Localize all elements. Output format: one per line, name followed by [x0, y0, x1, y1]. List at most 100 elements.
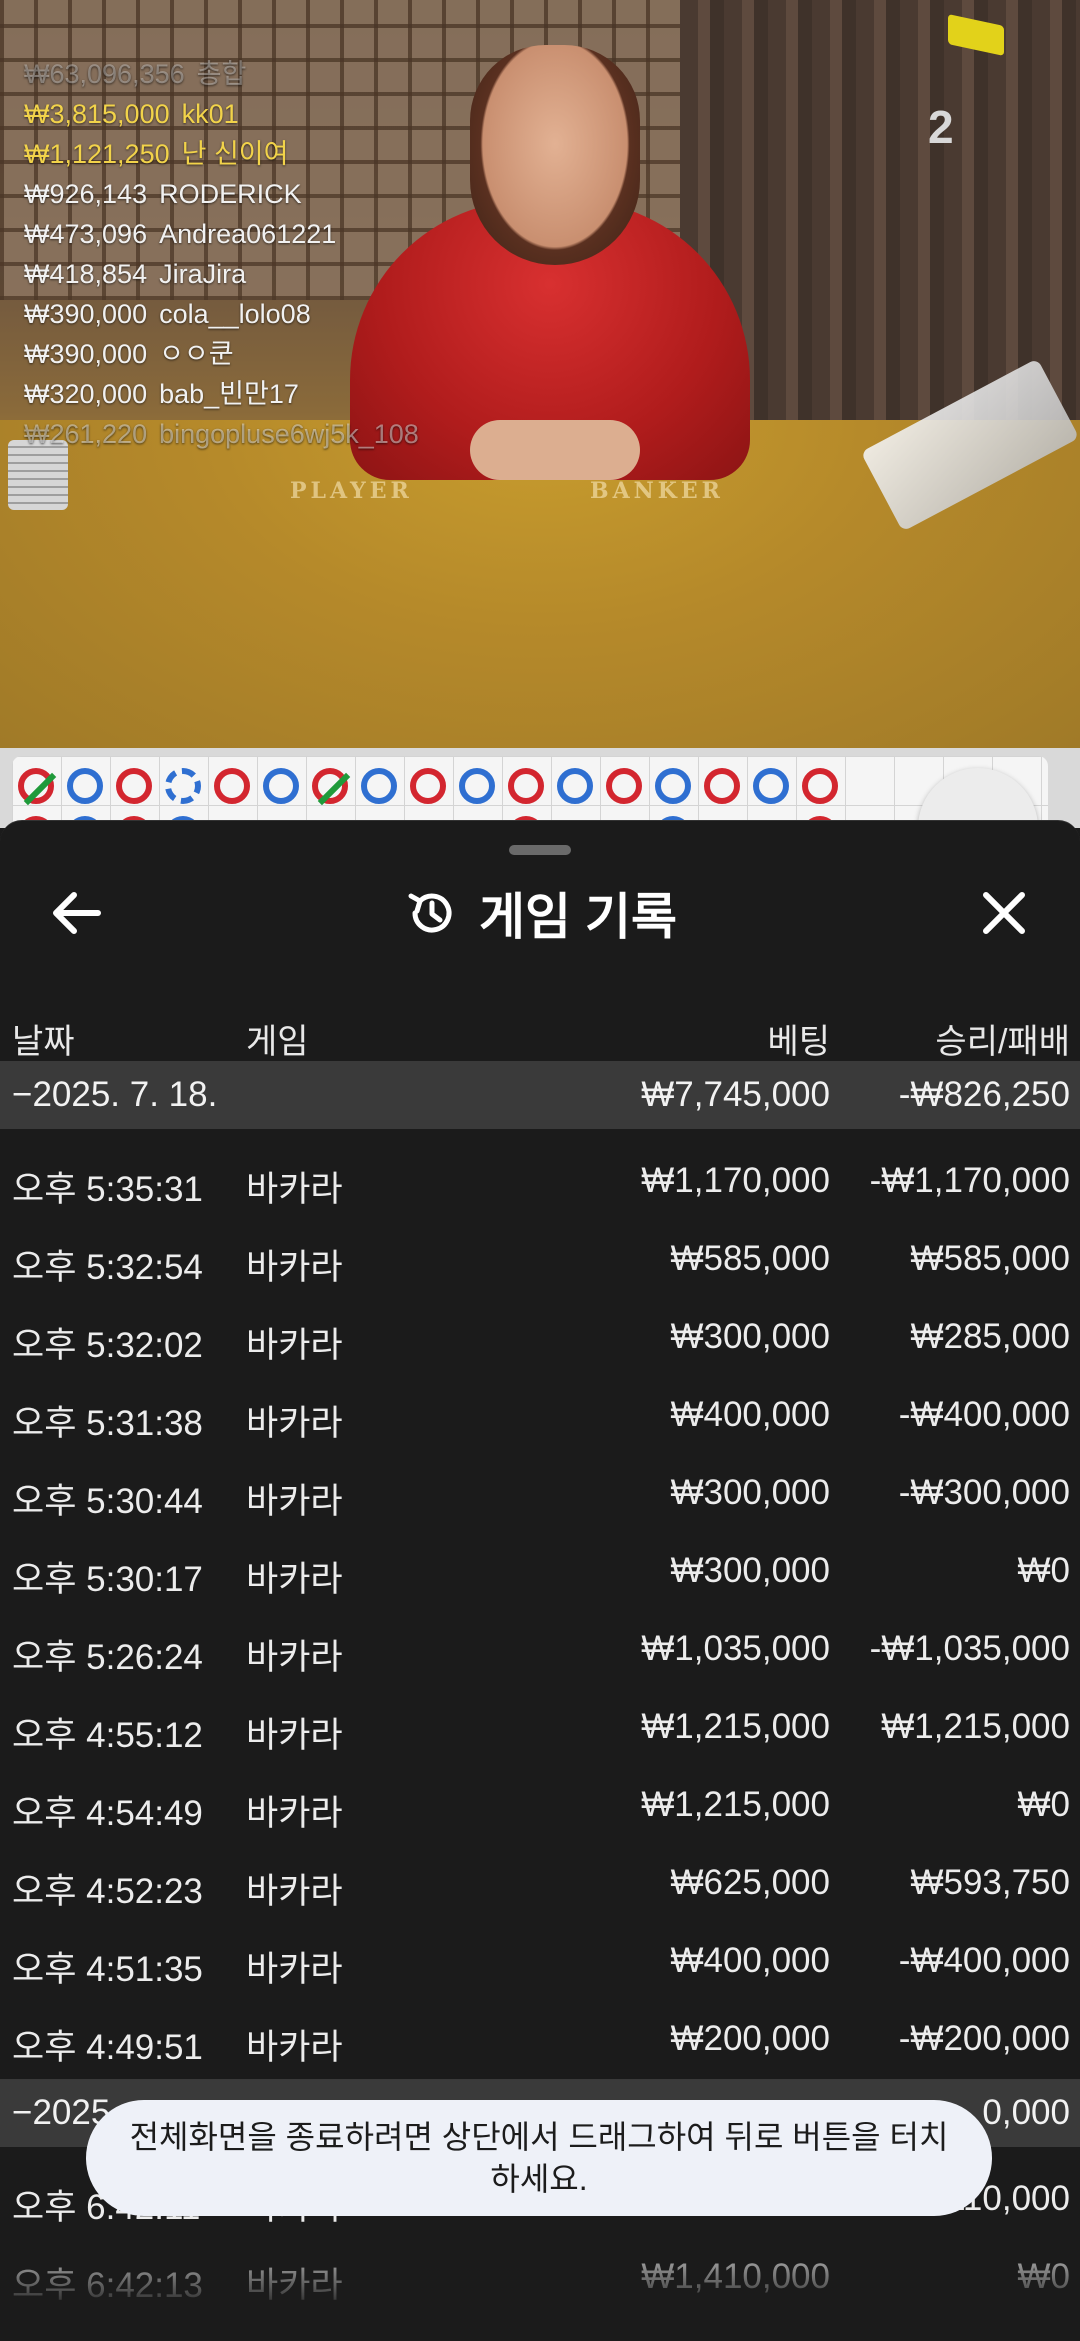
history-record-row[interactable]: 오후 4:49:51 바카라 ₩200,000 -₩200,000 [0, 2001, 1080, 2079]
history-icon [408, 893, 452, 933]
column-date: 날짜 [12, 1023, 75, 1061]
column-game: 게임 [246, 1023, 309, 1061]
record-result: -₩200,000 [898, 2019, 1070, 2058]
road-bead-red [18, 768, 54, 804]
record-time: 오후 4:55:12 [12, 1716, 203, 1755]
history-record-row[interactable]: 오후 5:30:17 바카라 ₩300,000 ₩0 [0, 1533, 1080, 1611]
road-bead-blue [557, 768, 593, 804]
history-record-row[interactable]: 오후 5:32:54 바카라 ₩585,000 ₩585,000 [0, 1221, 1080, 1299]
bead-road-panel [0, 748, 1080, 836]
record-result: -₩400,000 [898, 1395, 1070, 1434]
winners-list: ₩63,096,356 총합 ₩3,815,000 kk01 ₩1,121,250 난 신… [24, 54, 419, 454]
record-result: ₩1,215,000 [881, 1707, 1070, 1746]
winner-row: ₩473,096 Andrea061221 [24, 214, 419, 254]
player-label: PLAYER [290, 478, 413, 504]
history-record-row[interactable]: 오후 4:54:49 바카라 ₩1,215,000 ₩0 [0, 1767, 1080, 1845]
record-time: 오후 5:32:54 [12, 1248, 203, 1287]
record-time: 오후 5:30:17 [12, 1560, 203, 1599]
winner-name: Andrea061221 [159, 219, 337, 249]
record-time: 오후 5:35:31 [12, 1170, 203, 1209]
record-time: 오후 4:51:35 [12, 1950, 203, 1989]
record-game: 바카라 [246, 1482, 343, 1521]
list-fade [0, 2230, 1080, 2340]
record-bet: ₩1,215,000 [641, 1707, 830, 1746]
record-bet: ₩1,215,000 [641, 1785, 830, 1824]
winner-name: 총합 [196, 59, 247, 89]
winner-name: JiraJira [159, 259, 247, 289]
road-bead-blue [263, 768, 299, 804]
column-result: 승리/패배 [935, 1023, 1070, 1061]
record-bet: ₩1,035,000 [641, 1629, 830, 1668]
history-record-row[interactable]: 오후 5:32:02 바카라 ₩300,000 ₩285,000 [0, 1299, 1080, 1377]
record-result: -₩300,000 [898, 1473, 1070, 1512]
record-bet: ₩300,000 [670, 1551, 830, 1590]
close-icon[interactable] [968, 877, 1040, 949]
road-bead-red [802, 768, 838, 804]
history-record-row[interactable]: 오후 5:35:31 바카라 ₩1,170,000 -₩1,170,000 [0, 1143, 1080, 1221]
record-time: 오후 4:49:51 [12, 2028, 203, 2067]
record-game: 바카라 [246, 1794, 343, 1833]
history-record-row[interactable]: 오후 4:51:35 바카라 ₩400,000 -₩400,000 [0, 1923, 1080, 2001]
record-game: 바카라 [246, 2028, 343, 2067]
history-record-row[interactable]: 오후 5:31:38 바카라 ₩400,000 -₩400,000 [0, 1377, 1080, 1455]
winner-amount: ₩473,096 [24, 219, 148, 249]
record-result: -₩400,000 [898, 1941, 1070, 1980]
winner-row: ₩261,220 bingopluse6wj5k_108 [24, 414, 419, 454]
road-bead-red [214, 768, 250, 804]
record-result: -₩1,035,000 [869, 1629, 1070, 1668]
record-bet: ₩400,000 [670, 1395, 830, 1434]
road-bead-blue [165, 768, 201, 804]
record-time: 오후 5:30:44 [12, 1482, 203, 1521]
record-time: 오후 5:32:02 [12, 1326, 203, 1365]
road-bead-blue [361, 768, 397, 804]
record-bet: ₩400,000 [670, 1941, 830, 1980]
history-record-row[interactable]: 오후 5:26:24 바카라 ₩1,035,000 -₩1,035,000 [0, 1611, 1080, 1689]
dealer-hands [470, 420, 640, 480]
winner-amount: ₩1,121,250 [24, 139, 170, 169]
record-game: 바카라 [246, 1170, 343, 1209]
record-time: 오후 5:31:38 [12, 1404, 203, 1443]
winner-row: ₩3,815,000 kk01 [24, 94, 419, 134]
date-group-row[interactable]: −2025. 7. 18. ₩7,745,000 -₩826,250 [0, 1061, 1080, 1129]
road-bead-red [508, 768, 544, 804]
road-bead-blue [67, 768, 103, 804]
record-bet: ₩585,000 [670, 1239, 830, 1278]
record-game: 바카라 [246, 1950, 343, 1989]
sheet-title: 게임 기록 [479, 889, 677, 945]
sheet-header: 게임 기록 [0, 881, 1080, 945]
sheet-drag-handle[interactable] [509, 845, 571, 855]
winner-name: kk01 [181, 99, 239, 129]
winner-row: ₩320,000 bab_빈만17 [24, 374, 419, 414]
record-game: 바카라 [246, 1404, 343, 1443]
record-game: 바카라 [246, 1872, 343, 1911]
winner-name: ㅇㅇ쿤 [159, 339, 234, 369]
group-total-result: -₩826,250 [898, 1075, 1070, 1114]
history-record-row[interactable]: 오후 4:52:23 바카라 ₩625,000 ₩593,750 [0, 1845, 1080, 1923]
winner-amount: ₩320,000 [24, 379, 148, 409]
record-game: 바카라 [246, 1638, 343, 1677]
record-result: ₩0 [1017, 1785, 1071, 1824]
record-time: 오후 4:54:49 [12, 1794, 203, 1833]
record-bet: ₩1,170,000 [641, 1161, 830, 1200]
history-record-row[interactable]: 오후 4:55:12 바카라 ₩1,215,000 ₩1,215,000 [0, 1689, 1080, 1767]
winner-row: ₩926,143 RODERICK [24, 174, 419, 214]
winner-name: cola__lolo08 [159, 299, 311, 329]
winner-amount: ₩63,096,356 [24, 59, 185, 89]
winner-amount: ₩261,220 [24, 419, 148, 449]
group-total-result: 0,000 [982, 2093, 1070, 2132]
winner-name: bab_빈만17 [159, 379, 299, 409]
record-bet: ₩300,000 [670, 1473, 830, 1512]
road-bead-red [606, 768, 642, 804]
winner-row: ₩1,121,250 난 신이여 [24, 134, 419, 174]
road-bead-red [312, 768, 348, 804]
winner-amount: ₩926,143 [24, 179, 148, 209]
live-video-stream[interactable]: PLAYER BANKER 2 ₩63,096,356 총합 ₩3,815,000 k… [0, 0, 1080, 748]
group-date: −2025. 7. 18. [12, 1075, 218, 1114]
row-spacer [0, 1129, 1080, 1143]
winner-row: ₩390,000 cola__lolo08 [24, 294, 419, 334]
record-bet: ₩200,000 [670, 2019, 830, 2058]
history-record-row[interactable]: 오후 5:30:44 바카라 ₩300,000 -₩300,000 [0, 1455, 1080, 1533]
winner-amount: ₩418,854 [24, 259, 148, 289]
winner-name: RODERICK [159, 179, 302, 209]
record-result: -₩1,170,000 [869, 1161, 1070, 1200]
